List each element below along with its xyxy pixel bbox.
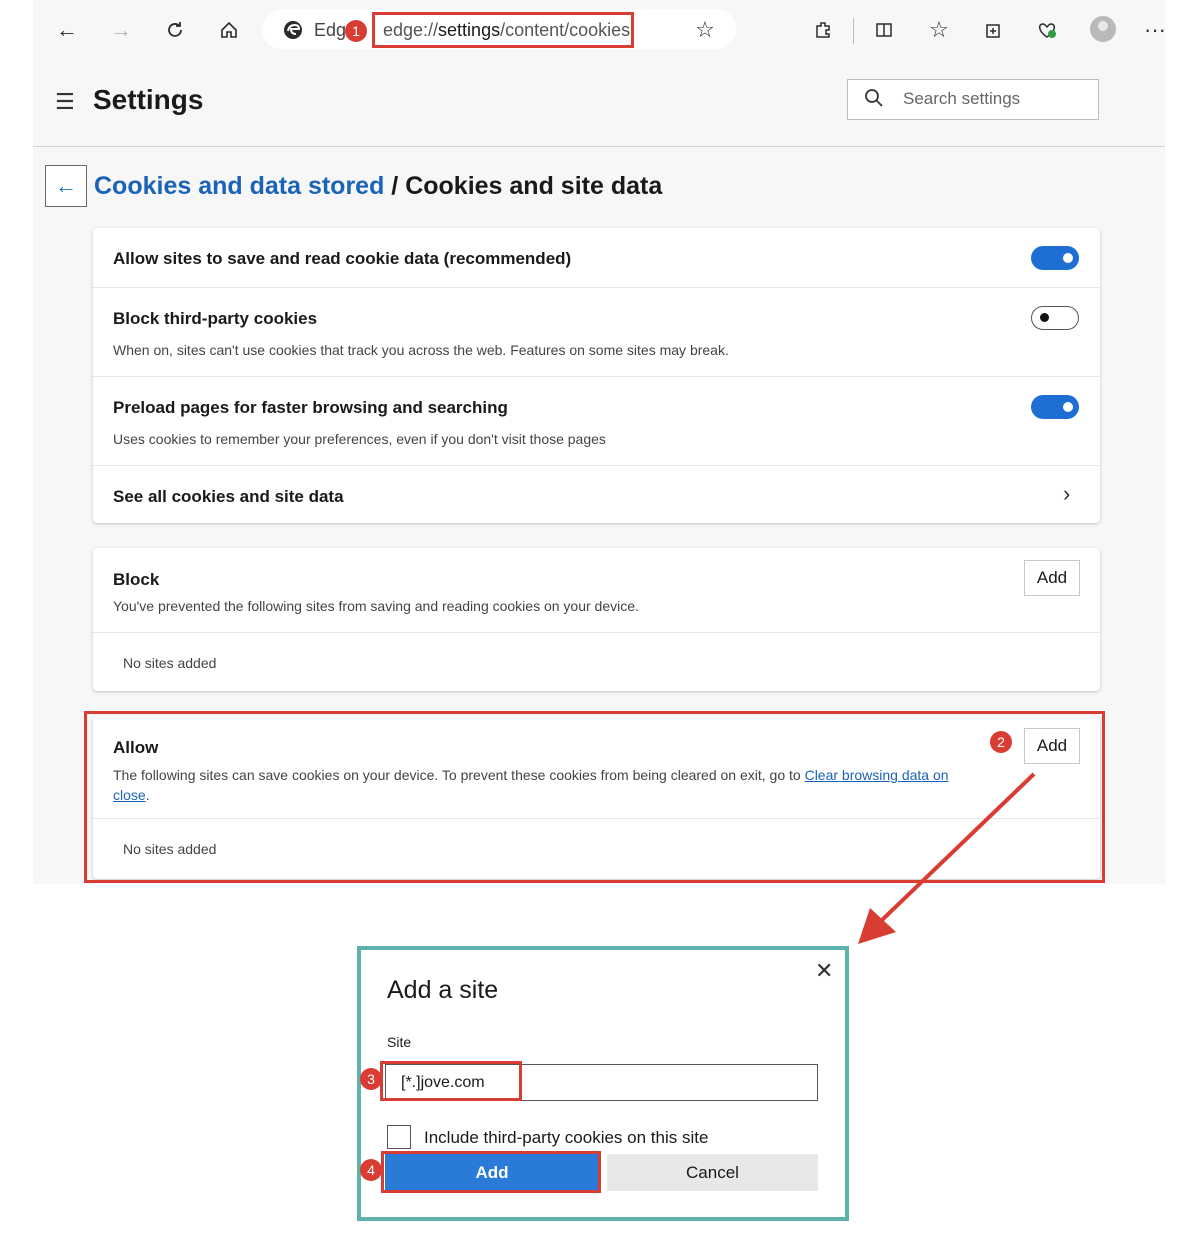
row-divider bbox=[93, 287, 1100, 288]
home-icon[interactable] bbox=[214, 14, 244, 46]
see-all-cookies-link[interactable]: See all cookies and site data bbox=[113, 487, 344, 507]
forward-arrow-icon[interactable]: → bbox=[106, 14, 136, 46]
step-badge-2: 2 bbox=[990, 731, 1012, 753]
step-badge-1: 1 bbox=[345, 20, 367, 42]
url-text[interactable]: edge://settings/content/cookies bbox=[383, 20, 630, 41]
row-divider bbox=[93, 632, 1100, 633]
extensions-icon[interactable] bbox=[808, 14, 838, 46]
allow-cookies-title: Allow sites to save and read cookie data… bbox=[113, 249, 572, 268]
edge-logo-icon bbox=[283, 20, 303, 40]
dialog-title: Add a site bbox=[387, 976, 499, 1004]
annotation-arrow bbox=[858, 772, 1036, 944]
refresh-icon[interactable] bbox=[160, 14, 190, 46]
preload-pages-toggle[interactable] bbox=[1031, 395, 1079, 419]
breadcrumb-separator: / bbox=[384, 172, 406, 200]
block-subtitle: You've prevented the following sites fro… bbox=[113, 598, 639, 614]
health-icon[interactable] bbox=[1032, 14, 1062, 46]
more-icon[interactable]: ··· bbox=[1144, 14, 1166, 46]
allow-cookies-toggle[interactable] bbox=[1031, 246, 1079, 270]
toolbar-separator bbox=[853, 18, 854, 44]
site-input-annotation-box bbox=[380, 1061, 522, 1101]
cookie-settings-card: Allow sites to save and read cookie data… bbox=[93, 228, 1100, 523]
block-title: Block bbox=[113, 570, 160, 589]
step-badge-3: 3 bbox=[360, 1068, 382, 1090]
chevron-right-icon[interactable]: › bbox=[1063, 481, 1070, 507]
site-field-label: Site bbox=[387, 1034, 412, 1050]
back-arrow-icon: ← bbox=[55, 173, 77, 198]
preload-pages-subtitle: Uses cookies to remember your preference… bbox=[113, 431, 606, 447]
dialog-cancel-button[interactable]: Cancel bbox=[607, 1154, 818, 1191]
star-icon[interactable]: ☆ bbox=[690, 14, 720, 46]
preload-pages-title: Preload pages for faster browsing and se… bbox=[113, 398, 508, 417]
profile-avatar[interactable] bbox=[1090, 16, 1116, 42]
block-empty-text: No sites added bbox=[123, 655, 217, 671]
search-icon bbox=[864, 88, 884, 108]
add-button-annotation-box bbox=[381, 1151, 601, 1193]
block-card: Block You've prevented the following sit… bbox=[93, 548, 1100, 691]
hamburger-menu-icon[interactable]: ☰ bbox=[55, 89, 75, 115]
step-badge-4: 4 bbox=[360, 1159, 382, 1181]
url-prefix: edge:// bbox=[383, 20, 439, 40]
breadcrumb-parent-link[interactable]: Cookies and data stored bbox=[94, 172, 384, 200]
third-party-checkbox[interactable] bbox=[387, 1125, 411, 1149]
search-placeholder: Search settings bbox=[903, 89, 1021, 108]
url-path: /content/cookies bbox=[500, 20, 631, 40]
back-button[interactable]: ← bbox=[45, 165, 87, 207]
favorites-icon[interactable]: ☆ bbox=[924, 14, 954, 46]
collections-icon[interactable] bbox=[977, 14, 1007, 46]
row-divider bbox=[93, 465, 1100, 466]
close-icon[interactable]: ✕ bbox=[815, 958, 833, 984]
back-arrow-icon[interactable]: ← bbox=[52, 14, 82, 46]
block-third-party-title: Block third-party cookies bbox=[113, 309, 318, 328]
header-divider bbox=[33, 146, 1165, 147]
breadcrumb: Cookies and data stored / Cookies and si… bbox=[94, 172, 662, 201]
block-third-party-subtitle: When on, sites can't use cookies that tr… bbox=[113, 342, 729, 358]
breadcrumb-current: Cookies and site data bbox=[405, 172, 663, 200]
block-add-button[interactable]: Add bbox=[1024, 560, 1080, 596]
split-screen-icon[interactable] bbox=[869, 14, 899, 46]
page-title: Settings bbox=[93, 84, 204, 115]
row-divider bbox=[93, 376, 1100, 377]
url-host: settings bbox=[438, 20, 501, 40]
block-third-party-toggle[interactable] bbox=[1031, 306, 1079, 330]
third-party-checkbox-label: Include third-party cookies on this site bbox=[424, 1128, 709, 1147]
